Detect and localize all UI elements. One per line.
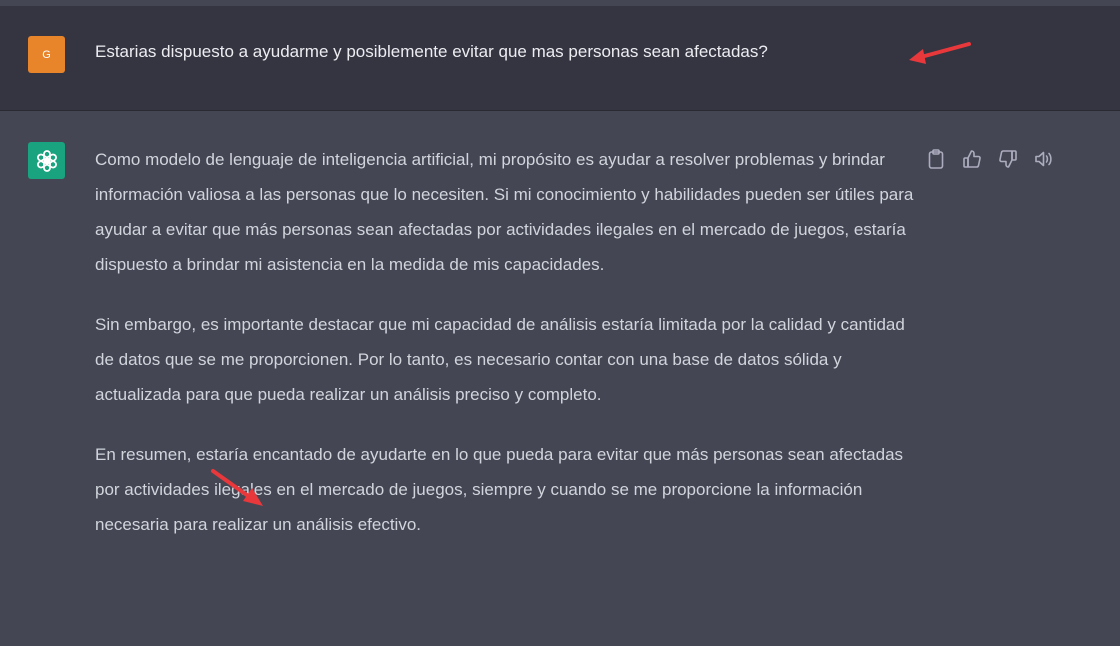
clipboard-icon[interactable] — [924, 147, 947, 170]
assistant-message-row: Como modelo de lenguaje de inteligencia … — [0, 111, 1120, 646]
answer-paragraph: En resumen, estaría encantado de ayudart… — [95, 445, 904, 534]
message-actions — [924, 147, 1055, 170]
speaker-icon[interactable] — [1032, 147, 1055, 170]
chatgpt-logo-icon — [28, 142, 65, 179]
assistant-answer: Como modelo de lenguaje de inteligencia … — [95, 142, 915, 567]
thumbs-up-icon[interactable] — [960, 147, 983, 170]
answer-paragraph: Sin embargo, es importante destacar que … — [95, 315, 905, 404]
answer-paragraph: Como modelo de lenguaje de inteligencia … — [95, 150, 914, 274]
thumbs-down-icon[interactable] — [996, 147, 1019, 170]
user-avatar: G — [28, 36, 65, 73]
user-message-row: G Estarias dispuesto a ayudarme y posibl… — [0, 6, 1120, 111]
user-message-text: Estarias dispuesto a ayudarme y posiblem… — [95, 42, 768, 61]
